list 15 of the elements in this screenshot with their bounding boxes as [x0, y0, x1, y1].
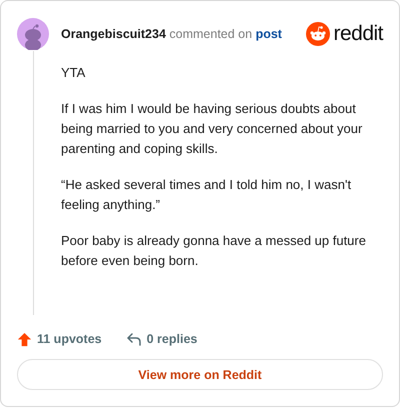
author-name[interactable]: Orangebiscuit234	[61, 27, 166, 41]
comment-paragraph: If I was him I would be having serious doubts about being married to you and very concerned about your parenting and coping skills.	[61, 100, 364, 158]
upvote-arrow-icon	[17, 332, 32, 346]
comment-paragraph: “He asked several times and I told him no, I wasn't feeling anything.”	[61, 176, 352, 214]
reddit-logo-icon	[306, 22, 330, 46]
comment-paragraph: YTA	[61, 64, 86, 82]
upvote-count: 11 upvotes	[37, 332, 102, 346]
avatar-icon	[17, 18, 49, 50]
brand-name: reddit	[333, 22, 383, 46]
post-link[interactable]: post	[256, 27, 282, 41]
reply-arrow-icon	[126, 331, 142, 347]
reply-count: 0 replies	[146, 332, 198, 346]
comment-paragraph: Poor baby is already gonna have a messed up future before even being born.	[61, 232, 367, 270]
view-more-button[interactable]: View more on Reddit	[17, 359, 383, 390]
action-text: commented on	[169, 27, 252, 41]
